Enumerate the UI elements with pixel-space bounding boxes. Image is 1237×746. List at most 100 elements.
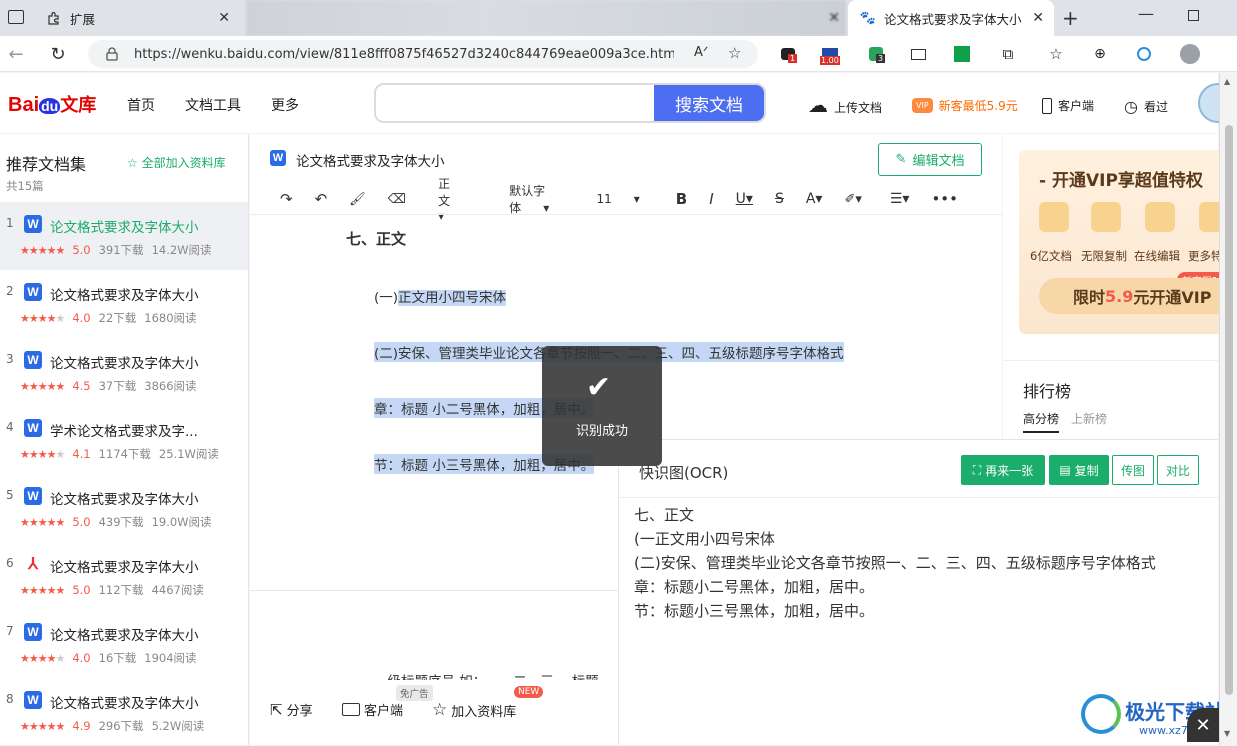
doc-rank: 3	[6, 352, 14, 366]
browser-essentials-icon[interactable]	[1134, 44, 1154, 64]
search-box[interactable]: 搜索文档	[374, 83, 766, 123]
collections-icon[interactable]: ⊕	[1090, 44, 1110, 64]
close-tab-icon[interactable]: ✕	[1032, 10, 1044, 26]
search-input[interactable]	[376, 85, 646, 121]
font-color-icon[interactable]: A▾	[806, 191, 823, 207]
highlight-icon[interactable]: ✐▾	[844, 192, 861, 207]
picture-in-picture-icon[interactable]	[908, 44, 928, 64]
profile-avatar[interactable]	[1180, 44, 1200, 64]
undo-icon[interactable]: ↶	[315, 190, 328, 208]
style-select[interactable]: 正文▾	[438, 175, 473, 223]
close-tab-icon[interactable]: ✕	[828, 10, 840, 26]
divider	[1003, 360, 1218, 361]
search-button[interactable]: 搜索文档	[654, 85, 764, 121]
redo-icon[interactable]: ↷	[280, 190, 293, 208]
font-select[interactable]: 默认字体 ▾	[509, 182, 560, 216]
tab-extensions[interactable]: 扩展 ✕	[34, 0, 240, 36]
list-item[interactable]: 1 W 论文格式要求及字体大小 ★★★★★ 5.0 391下载 14.2W阅读	[0, 202, 248, 270]
align-icon[interactable]: ☰▾	[890, 191, 910, 207]
vip-feature: 6亿文档	[1030, 249, 1072, 263]
tab-new[interactable]: 上新榜	[1071, 410, 1107, 427]
format-painter-icon[interactable]: 🖌	[349, 192, 366, 207]
maximize-icon[interactable]	[1188, 10, 1199, 21]
nav-home[interactable]: 首页	[127, 95, 155, 115]
ocr-compare-button[interactable]: 对比	[1157, 455, 1199, 485]
list-item[interactable]: 3 W 论文格式要求及字体大小 ★★★★★ 4.5 37下载 3866阅读	[0, 338, 248, 406]
extension-green-icon[interactable]	[952, 44, 972, 64]
scroll-down-icon[interactable]: ▼	[1224, 729, 1230, 738]
strikethrough-icon[interactable]: S	[775, 191, 784, 207]
upload-link[interactable]: ☁ 上传文档	[808, 93, 882, 117]
new-tab-icon[interactable]: +	[1062, 6, 1079, 30]
list-item[interactable]: 5 W 论文格式要求及字体大小 ★★★★★ 5.0 439下载 19.0W阅读	[0, 474, 248, 542]
close-icon[interactable]: ✕	[1187, 708, 1219, 742]
puzzle-icon	[46, 10, 62, 26]
doc-rank: 1	[6, 216, 14, 230]
doc-score: 4.5	[72, 379, 91, 393]
word-doc-icon: W	[24, 691, 42, 709]
copy-icon	[1091, 202, 1121, 232]
list-item[interactable]: 6 ⅄ 论文格式要求及字体大小 ★★★★★ 5.0 112下载 4467阅读	[0, 542, 248, 610]
client-link[interactable]: 客户端	[1042, 97, 1094, 114]
vip-card[interactable]: - 开通VIP享超值特权 6亿文档 无限复制 在线编辑 更多特 新客限时 限时5…	[1019, 150, 1224, 334]
nav-more[interactable]: 更多	[271, 95, 299, 115]
tab-active[interactable]: 🐾 论文格式要求及字体大小 ✕	[848, 0, 1054, 36]
list-item[interactable]: 4 W 学术论文格式要求及字... ★★★★★ 4.1 1174下载 25.1W阅读	[0, 406, 248, 474]
underline-icon[interactable]: U▾	[736, 191, 753, 207]
refresh-icon[interactable]: ↻	[48, 44, 68, 65]
page-scrollbar[interactable]: ▲ ▼	[1219, 73, 1237, 745]
baidu-wenku-logo[interactable]: Bai du 文库	[8, 91, 96, 117]
edit-document-button[interactable]: ✎ 编辑文档	[878, 143, 982, 176]
back-icon[interactable]: ←	[6, 44, 26, 65]
doc-downloads: 37下载	[98, 379, 137, 393]
vip-promo-link[interactable]: VIP 新客最低5.9元	[912, 97, 1018, 114]
address-bar[interactable]: https://wenku.baidu.com/view/811e8fff087…	[88, 40, 758, 68]
vip-cta-button[interactable]: 限时 5.9 元开通VIP	[1039, 278, 1224, 314]
close-tab-icon[interactable]: ✕	[218, 10, 230, 26]
ocr-again-button[interactable]: ⛶ 再来一张	[961, 455, 1045, 485]
nav-doc-tools[interactable]: 文档工具	[185, 95, 241, 115]
rating-stars: ★★★★★	[20, 651, 65, 665]
doc-meta: ★★★★★ 4.0 16下载 1904阅读	[20, 650, 197, 666]
extension-red-icon[interactable]: 1	[778, 44, 798, 64]
bold-icon[interactable]: B	[676, 190, 687, 208]
doc-meta: ★★★★★ 4.1 1174下载 25.1W阅读	[20, 446, 219, 462]
add-to-library-button[interactable]: ☆ 加入资料库	[432, 700, 516, 720]
doc-reads: 14.2W阅读	[151, 243, 212, 257]
scroll-up-icon[interactable]: ▲	[1224, 77, 1230, 86]
extension-chart-icon[interactable]: 1.00	[820, 44, 840, 65]
rating-stars: ★★★★★	[20, 447, 65, 461]
italic-icon[interactable]: I	[709, 190, 713, 208]
extension-shield-icon[interactable]: 3	[866, 44, 886, 64]
history-link[interactable]: ◷ 看过	[1124, 97, 1168, 116]
ocr-send-button[interactable]: 传图	[1112, 455, 1154, 485]
read-aloud-icon[interactable]: Aᐟ	[694, 45, 708, 60]
doc-line-partial: 一级标题序号 如：一、二、三、 标题	[374, 670, 599, 680]
list-item[interactable]: 7 W 论文格式要求及字体大小 ★★★★★ 4.0 16下载 1904阅读	[0, 610, 248, 678]
extensions-icon[interactable]: ⧉	[998, 44, 1018, 64]
add-all-link[interactable]: ☆ 全部加入资料库	[127, 154, 226, 171]
new-tag: NEW	[514, 686, 544, 698]
share-button[interactable]: ⇱ 分享	[270, 700, 313, 720]
doc-downloads: 16下载	[98, 651, 137, 665]
favorites-icon[interactable]: ☆	[1046, 44, 1066, 64]
list-item[interactable]: 2 W 论文格式要求及字体大小 ★★★★★ 4.0 22下载 1680阅读	[0, 270, 248, 338]
scrollbar-thumb[interactable]	[1225, 125, 1233, 695]
ocr-panel: 快识图(OCR) ⛶ 再来一张 ▤ 复制 传图 对比 七、正文 (一正文用小四号宋体(…	[618, 439, 1225, 745]
client-button[interactable]: 客户端	[342, 700, 403, 719]
more-icon[interactable]: •••	[931, 190, 958, 208]
eraser-icon[interactable]: ⌫	[388, 192, 406, 207]
star-outline-icon: ☆	[432, 700, 448, 720]
favorite-add-icon[interactable]: ☆	[728, 44, 741, 62]
ocr-copy-button[interactable]: ▤ 复制	[1049, 455, 1109, 485]
minimize-icon[interactable]: —	[1138, 4, 1154, 23]
size-select[interactable]: 11 ▾	[596, 192, 639, 206]
tab-actions-icon[interactable]	[8, 10, 24, 24]
list-item[interactable]: 8 W 论文格式要求及字体大小 ★★★★★ 4.9 296下载 5.2W阅读	[0, 678, 248, 745]
doc-reads: 25.1W阅读	[158, 447, 219, 461]
tab-blurred[interactable]: ✕	[246, 0, 846, 36]
tab-top-rated[interactable]: 高分榜	[1023, 410, 1060, 433]
doc-meta: ★★★★★ 4.5 37下载 3866阅读	[20, 378, 197, 394]
doc-reads: 5.2W阅读	[151, 719, 205, 733]
document-title: 论文格式要求及字体大小	[296, 154, 445, 170]
